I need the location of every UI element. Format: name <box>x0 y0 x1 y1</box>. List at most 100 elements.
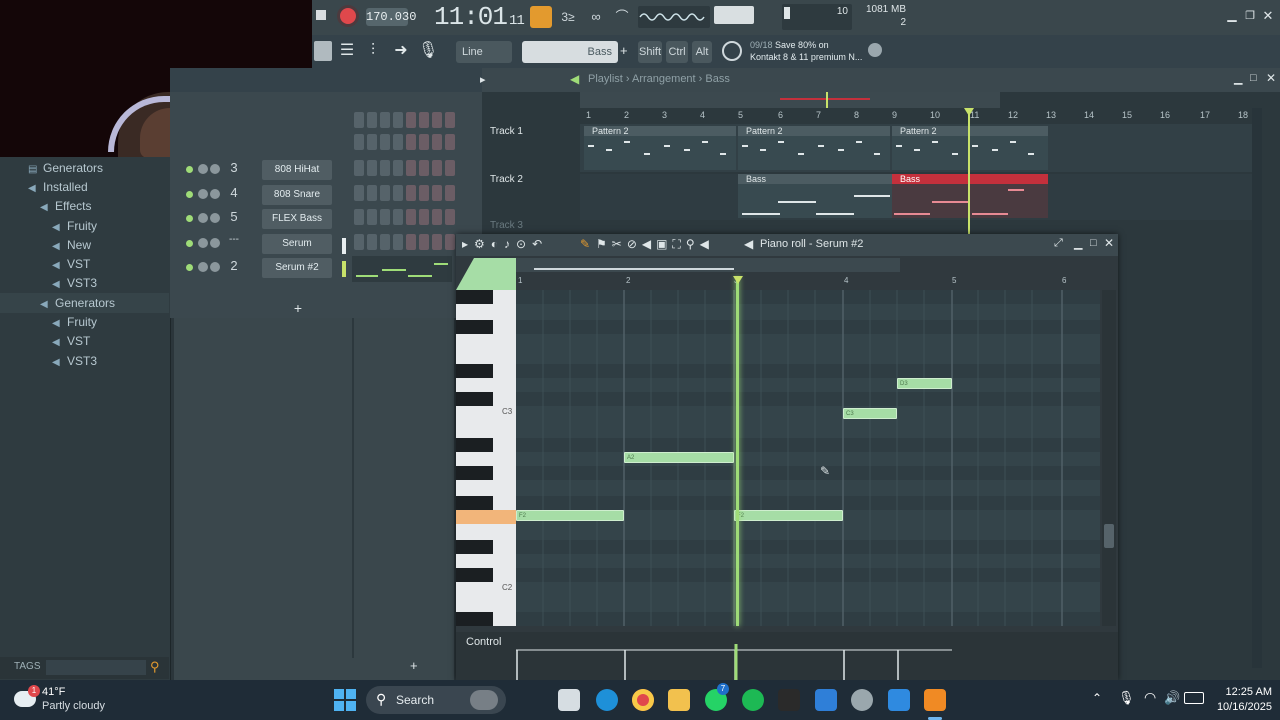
mute-led[interactable] <box>186 191 193 198</box>
mute-led[interactable] <box>186 264 193 271</box>
browser-item-vst[interactable]: ◀ VST <box>52 255 90 273</box>
expand-icon[interactable]: ⤢ <box>1054 237 1063 250</box>
defender-icon[interactable] <box>888 689 910 711</box>
breadcrumb-item[interactable]: Bass <box>705 73 729 85</box>
channel-button-serum[interactable]: Serum <box>262 234 332 254</box>
pan-knob[interactable] <box>198 189 208 199</box>
photos-icon[interactable] <box>815 689 837 711</box>
channel-button-serum-2[interactable]: Serum #2 <box>262 258 332 278</box>
battery-icon[interactable] <box>1184 692 1204 704</box>
channel-button-808-snare[interactable]: 808 Snare <box>262 185 332 205</box>
volume-knob[interactable] <box>210 262 220 272</box>
close-icon[interactable]: ✕ <box>1104 236 1114 250</box>
mic-icon[interactable]: 🎙 <box>418 41 438 61</box>
mute-led[interactable] <box>186 240 193 247</box>
note[interactable]: A2 <box>624 452 734 463</box>
note[interactable]: C3 <box>843 408 897 419</box>
pan-knob[interactable] <box>198 213 208 223</box>
browser-item-new[interactable]: ◀ New <box>52 236 91 254</box>
channel-select[interactable]: Bass <box>522 41 618 63</box>
mute-led[interactable] <box>186 215 193 222</box>
channel-number[interactable]: --- <box>225 234 243 245</box>
browser-item-vst-2[interactable]: ◀ VST <box>52 332 90 350</box>
add-icon[interactable]: + <box>620 43 632 59</box>
black-key[interactable] <box>456 568 493 582</box>
event-control-lane[interactable]: Control <box>456 632 1118 680</box>
volume-knob[interactable] <box>210 238 220 248</box>
task-view-icon[interactable] <box>558 689 580 711</box>
browser-item-generators[interactable]: ▤ Generators <box>28 159 103 177</box>
chrome-icon[interactable] <box>632 689 654 711</box>
black-key[interactable] <box>456 540 493 554</box>
tempo-display[interactable]: 170.030 <box>366 8 416 26</box>
black-key[interactable] <box>456 496 493 510</box>
whatsapp-icon[interactable]: 7 <box>705 683 729 711</box>
step-icon[interactable]: 3≥ <box>558 7 578 27</box>
channel-rack-window-icon[interactable]: ➜ <box>392 41 410 61</box>
alt-button[interactable]: Alt <box>692 41 712 63</box>
close-window-icon[interactable]: ✕ <box>1262 9 1274 22</box>
highlighted-key-f2[interactable] <box>456 510 516 524</box>
metronome-icon[interactable]: ⌒ <box>612 7 632 27</box>
volume-knob[interactable] <box>210 164 220 174</box>
speaker-icon[interactable]: ◀ <box>744 237 753 251</box>
channel-number[interactable]: 5 <box>225 209 243 224</box>
globe-icon[interactable] <box>868 43 882 57</box>
playlist-vertical-scrollbar[interactable] <box>1252 108 1262 668</box>
playlist-arrow-icon[interactable]: ▸ <box>480 73 486 86</box>
start-icon[interactable] <box>334 689 356 711</box>
news-ticker[interactable]: 09/18 Save 80% on Kontakt 8 & 11 premium… <box>750 39 880 65</box>
black-key[interactable] <box>456 392 493 406</box>
browser-item-vst3[interactable]: ◀ VST3 <box>52 274 97 292</box>
channel-button-flex-bass[interactable]: FLEX Bass <box>262 209 332 229</box>
master-volume[interactable] <box>714 6 754 24</box>
stamp-corner[interactable] <box>456 258 516 290</box>
channel-number[interactable]: 2 <box>225 258 243 273</box>
spotify-icon[interactable] <box>742 689 764 711</box>
breadcrumb-item[interactable]: Playlist <box>588 73 623 85</box>
channel-number[interactable]: 3 <box>225 160 243 175</box>
show-hidden-icons-icon[interactable]: ⌃ <box>1092 691 1102 705</box>
search-box[interactable]: ⚲ Search <box>366 686 506 714</box>
browser-item-effects[interactable]: ◀ Effects <box>40 197 91 215</box>
minimize-window-icon[interactable]: ▁ <box>1226 9 1238 22</box>
snap-select[interactable]: Line <box>456 41 512 63</box>
playlist-scroll-overview[interactable] <box>580 92 1000 108</box>
browser-item-installed[interactable]: ◀ Installed <box>28 178 88 196</box>
pan-knob[interactable] <box>198 164 208 174</box>
track-header-2[interactable]: Track 2 <box>490 174 574 220</box>
black-key[interactable] <box>456 290 493 304</box>
mute-led[interactable] <box>186 166 193 173</box>
browser-item-vst3-2[interactable]: ◀ VST3 <box>52 352 97 370</box>
volume-knob[interactable] <box>210 213 220 223</box>
playhead-marker-icon[interactable] <box>964 108 974 116</box>
piano-roll-toolbar-icons[interactable]: ▸⚙◐♪⊙↶ <box>462 237 548 251</box>
epic-games-icon[interactable] <box>778 689 800 711</box>
search-icon[interactable]: ⚲ <box>150 659 160 675</box>
note-grid[interactable]: F2 A2 F2 C3 D3 ✎ <box>516 276 1100 626</box>
browser-item-generators-2[interactable]: ◀ Generators <box>40 294 115 312</box>
tool-icons[interactable]: ⚑✂⊘◀▣⛶⚲◀ <box>596 237 714 252</box>
piano-roll-playhead-marker[interactable] <box>733 276 743 284</box>
record-button[interactable] <box>340 8 356 24</box>
channel-button-808-hihat[interactable]: 808 HiHat <box>262 160 332 180</box>
weather-widget[interactable]: 1 41°F Partly cloudy <box>12 685 132 715</box>
note[interactable]: F2 <box>516 510 624 521</box>
control-label[interactable]: Control <box>466 636 501 648</box>
track-header-3[interactable]: Track 3 <box>490 220 574 234</box>
stop-button[interactable] <box>316 10 326 20</box>
volume-knob[interactable] <box>210 189 220 199</box>
browser-item-fruity-2[interactable]: ◀ Fruity <box>52 313 97 331</box>
black-key[interactable] <box>456 612 493 626</box>
pan-knob[interactable] <box>198 262 208 272</box>
wifi-icon[interactable]: ◠ <box>1144 689 1156 706</box>
clock[interactable]: 12:25 AM 10/16/2025 <box>1206 685 1272 715</box>
pencil-tool-icon[interactable]: ✎ <box>580 237 590 251</box>
piano-roll-tool-icon[interactable] <box>314 41 332 61</box>
track-header-1[interactable]: Track 1 <box>490 126 574 172</box>
speaker-icon[interactable]: ◀ <box>570 72 579 86</box>
piano-roll-scrollbar[interactable] <box>1102 290 1116 626</box>
volume-icon[interactable]: 🔊 <box>1164 690 1180 706</box>
note[interactable]: D3 <box>897 378 952 389</box>
maximize-icon[interactable]: □ <box>1250 72 1257 84</box>
